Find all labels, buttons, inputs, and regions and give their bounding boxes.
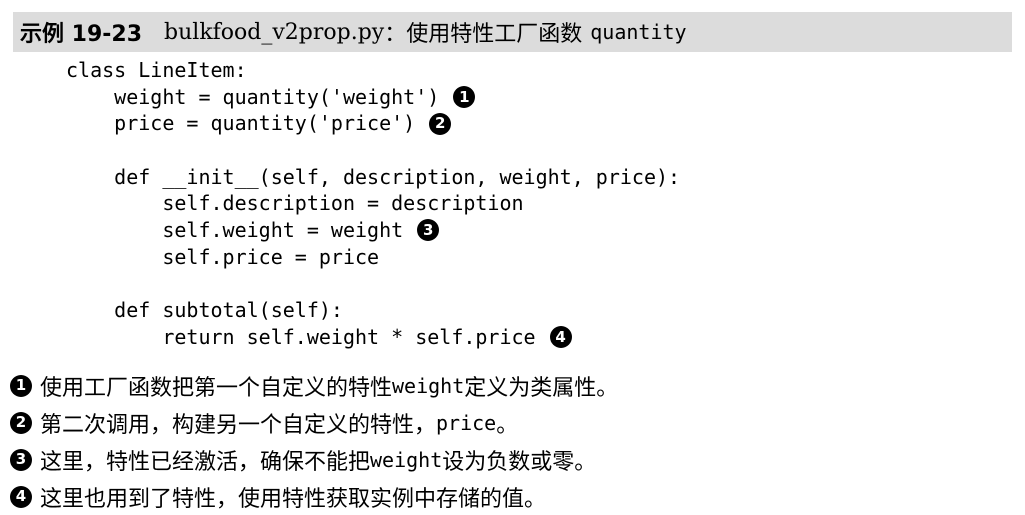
note-text: 第二次调用，构建另一个自定义的特性，: [40, 412, 437, 438]
code-text: def __init__(self, description, weight, …: [66, 164, 681, 189]
note-text: 这里也用到了特性，使用特性获取实例中存储的值。: [40, 486, 547, 512]
code-text: return self.weight * self.price: [66, 324, 536, 349]
note-text: 使用工厂函数把第一个自定义的特性: [40, 375, 393, 401]
code-text: def subtotal(self):: [66, 298, 343, 323]
callout-3-icon: 3: [417, 219, 440, 242]
callout-1-icon: 1: [453, 86, 476, 109]
code-listing: class LineItem: weight = quantity('weigh…: [66, 57, 680, 351]
example-filename: bulkfood_v2prop.py: [164, 19, 385, 45]
code-line: self.weight = weight 3: [66, 217, 680, 244]
code-text: class LineItem:: [66, 58, 247, 82]
callout-3-icon: 3: [10, 448, 32, 471]
note-item: 3 这里，特性已经激活，确保不能把 weight 设为负数或零。: [10, 441, 1015, 478]
code-text: self.description = description: [66, 191, 524, 216]
code-line: class LineItem:: [66, 57, 680, 84]
code-text: weight = quantity('weight'): [66, 84, 440, 109]
example-code-term: quantity: [590, 20, 687, 44]
note-text: 定义为类属性。: [464, 375, 619, 401]
code-line: return self.weight * self.price 4: [66, 324, 680, 351]
note-code: weight: [392, 373, 465, 398]
note-item: 1 使用工厂函数把第一个自定义的特性 weight 定义为类属性。: [10, 367, 1015, 404]
code-line: price = quantity('price') 2: [66, 110, 680, 137]
code-line: def subtotal(self):: [66, 297, 680, 324]
note-code: weight: [370, 447, 443, 472]
note-text: 。: [496, 412, 519, 438]
code-text: price = quantity('price'): [66, 111, 416, 136]
example-header: 示例 19-23 bulkfood_v2prop.py ： 使用特性工厂函数 q…: [13, 12, 1012, 52]
note-item: 4 这里也用到了特性，使用特性获取实例中存储的值。: [10, 478, 1015, 515]
callout-4-icon: 4: [10, 485, 32, 508]
example-separator: ：: [384, 22, 407, 47]
code-text: self.weight = weight: [66, 218, 404, 243]
example-number: 示例 19-23: [20, 22, 143, 47]
code-line: self.price = price: [66, 244, 680, 271]
callout-notes: 1 使用工厂函数把第一个自定义的特性 weight 定义为类属性。 2 第二次调…: [10, 367, 1015, 515]
callout-2-icon: 2: [10, 411, 32, 434]
note-text: 设为负数或零。: [442, 449, 597, 475]
code-text: self.price = price: [66, 244, 380, 269]
callout-1-icon: 1: [10, 374, 32, 397]
code-line: weight = quantity('weight') 1: [66, 84, 680, 111]
code-line: def __init__(self, description, weight, …: [66, 164, 680, 191]
callout-2-icon: 2: [429, 112, 452, 135]
code-line: self.description = description: [66, 190, 680, 217]
note-code: price: [436, 410, 497, 435]
note-item: 2 第二次调用，构建另一个自定义的特性， price 。: [10, 404, 1015, 441]
note-text: 这里，特性已经激活，确保不能把: [40, 449, 371, 475]
callout-4-icon: 4: [549, 326, 572, 349]
example-description: 使用特性工厂函数: [406, 22, 583, 47]
